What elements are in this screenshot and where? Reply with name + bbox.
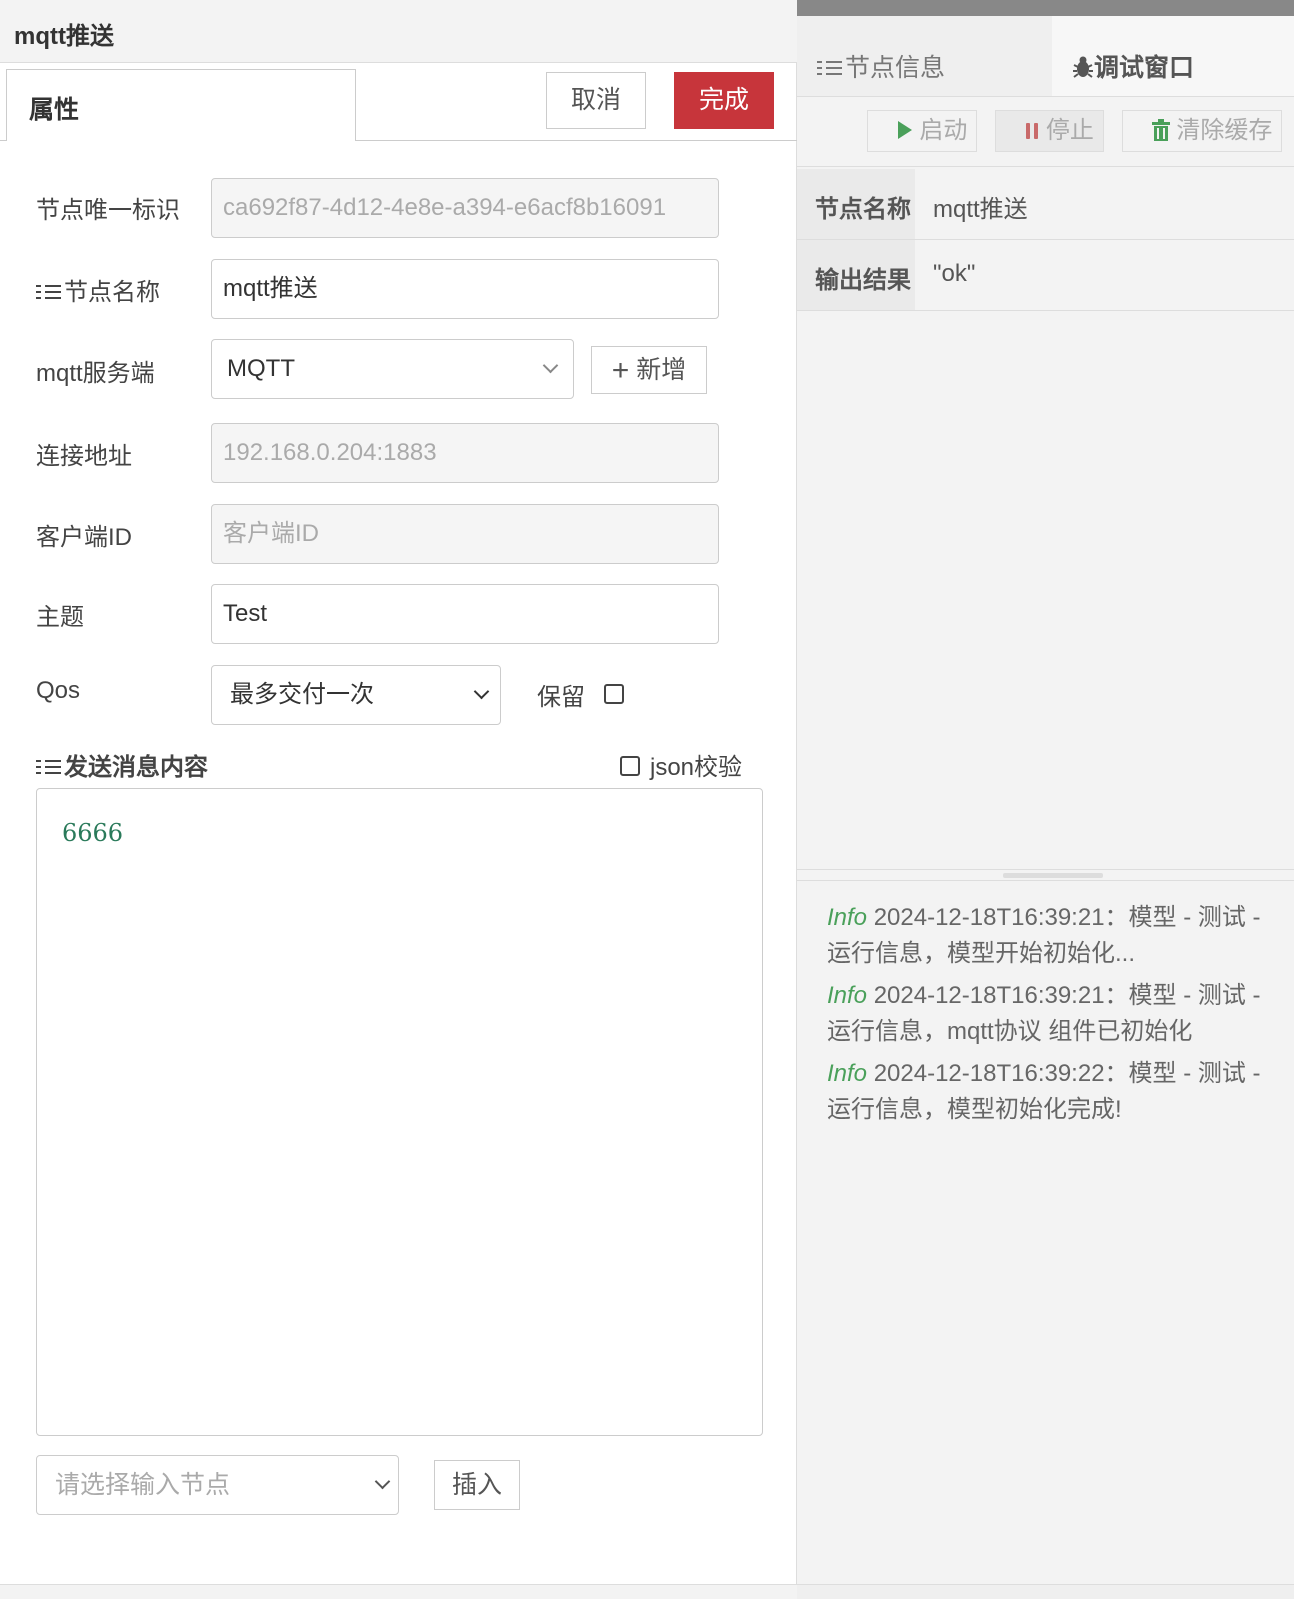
done-button[interactable]: 完成 bbox=[674, 72, 774, 129]
log-entry: Info 2024-12-18T16:39:22：模型 - 测试 - 运行信息，… bbox=[827, 1056, 1277, 1128]
kv-row: 输出结果 "ok" bbox=[797, 240, 1294, 311]
tab-divider bbox=[356, 140, 797, 141]
node-editor-panel: mqtt推送 属性 取消 完成 节点唯一标识 ca692f87-4d12-4e8… bbox=[0, 0, 797, 1599]
input-node-placeholder: 请选择输入节点 bbox=[55, 1471, 231, 1499]
log-list: Info 2024-12-18T16:39:21：模型 - 测试 - 运行信息，… bbox=[827, 900, 1277, 1134]
kv-row: 节点名称 mqtt推送 bbox=[797, 169, 1294, 240]
cancel-button[interactable]: 取消 bbox=[546, 72, 646, 129]
log-text: 2024-12-18T16:39:22：模型 - 测试 - 运行信息，模型初始化… bbox=[827, 1060, 1261, 1123]
panel-footer bbox=[797, 1584, 1294, 1599]
json-check-label: json校验 bbox=[650, 754, 743, 781]
trash-icon bbox=[1151, 119, 1170, 141]
mqtt-server-select[interactable]: MQTT bbox=[211, 339, 574, 399]
kv-value: "ok" bbox=[933, 260, 976, 287]
start-button[interactable]: 启动 bbox=[867, 110, 977, 152]
log-text: 2024-12-18T16:39:21：模型 - 测试 - 运行信息，模型开始初… bbox=[827, 904, 1261, 967]
mqtt-server-label: mqtt服务端 bbox=[36, 360, 155, 387]
clear-cache-button[interactable]: 清除缓存 bbox=[1122, 110, 1282, 152]
kv-key: 节点名称 bbox=[797, 169, 915, 239]
qos-select[interactable]: 最多交付一次 bbox=[211, 665, 501, 725]
stop-button[interactable]: 停止 bbox=[995, 110, 1104, 152]
qos-value: 最多交付一次 bbox=[230, 681, 374, 708]
debug-panel: 节点信息 调试窗口 启动 停止 清除缓存 节点名称 mqtt推送 输出结果 "o… bbox=[797, 0, 1294, 1599]
tab-node-info-label: 节点信息 bbox=[845, 54, 946, 82]
add-server-label: 新增 bbox=[636, 356, 687, 384]
toolbar-divider bbox=[797, 166, 1294, 167]
chevron-down-icon bbox=[473, 683, 490, 700]
insert-button[interactable]: 插入 bbox=[434, 1460, 520, 1510]
kv-value: mqtt推送 bbox=[933, 196, 1028, 223]
tab-divider bbox=[797, 96, 1294, 97]
log-text: 2024-12-18T16:39:21：模型 - 测试 - 运行信息，mqtt协… bbox=[827, 982, 1261, 1045]
input-node-select[interactable]: 请选择输入节点 bbox=[36, 1455, 399, 1515]
log-level: Info bbox=[827, 1060, 868, 1087]
chevron-down-icon bbox=[542, 357, 559, 374]
message-editor[interactable]: 6666 bbox=[36, 788, 763, 1436]
node-name-input[interactable]: mqtt推送 bbox=[211, 259, 719, 319]
log-level: Info bbox=[827, 904, 868, 931]
address-field: 192.168.0.204:1883 bbox=[211, 423, 719, 483]
horizontal-splitter[interactable] bbox=[797, 869, 1294, 881]
list-icon bbox=[817, 58, 843, 78]
pause-icon bbox=[1026, 123, 1039, 139]
retain-checkbox[interactable] bbox=[604, 684, 624, 704]
qos-label: Qos bbox=[36, 677, 81, 704]
node-name-label: 节点名称 bbox=[64, 279, 160, 306]
client-id-input[interactable]: 客户端ID bbox=[211, 504, 719, 564]
panel-title: mqtt推送 bbox=[14, 23, 114, 50]
client-id-label: 客户端ID bbox=[36, 524, 132, 551]
log-level: Info bbox=[827, 982, 868, 1009]
stop-label: 停止 bbox=[1045, 117, 1094, 144]
play-icon bbox=[897, 121, 912, 139]
log-entry: Info 2024-12-18T16:39:21：模型 - 测试 - 运行信息，… bbox=[827, 900, 1277, 972]
node-id-field: ca692f87-4d12-4e8e-a394-e6acf8b16091 bbox=[211, 178, 719, 238]
tab-debug-window[interactable]: 调试窗口 bbox=[1052, 16, 1294, 96]
tab-node-info[interactable]: 节点信息 bbox=[797, 16, 1052, 96]
node-id-label: 节点唯一标识 bbox=[36, 197, 180, 224]
message-label-row: 发送消息内容 bbox=[36, 747, 208, 782]
add-server-button[interactable]: + 新增 bbox=[591, 346, 707, 394]
list-icon bbox=[36, 757, 62, 777]
top-bar bbox=[797, 0, 1294, 16]
splitter-grip[interactable] bbox=[1003, 873, 1103, 878]
retain-label: 保留 bbox=[537, 684, 585, 711]
tab-debug-label: 调试窗口 bbox=[1094, 54, 1195, 82]
panel-header: mqtt推送 bbox=[0, 0, 797, 63]
address-label: 连接地址 bbox=[36, 443, 132, 470]
log-entry: Info 2024-12-18T16:39:21：模型 - 测试 - 运行信息，… bbox=[827, 978, 1277, 1050]
tab-properties[interactable]: 属性 bbox=[6, 69, 356, 141]
bug-icon bbox=[1073, 56, 1093, 78]
chevron-down-icon bbox=[374, 1473, 391, 1490]
json-check-checkbox[interactable] bbox=[620, 756, 640, 776]
clear-cache-label: 清除缓存 bbox=[1176, 117, 1273, 144]
node-name-label-row: 节点名称 bbox=[36, 272, 160, 307]
kv-key: 输出结果 bbox=[797, 240, 915, 310]
mqtt-server-value: MQTT bbox=[227, 355, 295, 382]
message-content: 6666 bbox=[62, 819, 124, 847]
list-icon bbox=[36, 282, 62, 302]
message-label: 发送消息内容 bbox=[64, 754, 208, 781]
plus-icon: + bbox=[611, 354, 630, 387]
start-label: 启动 bbox=[919, 117, 968, 144]
topic-input[interactable]: Test bbox=[211, 584, 719, 644]
panel-footer bbox=[0, 1584, 797, 1599]
topic-label: 主题 bbox=[36, 604, 84, 631]
